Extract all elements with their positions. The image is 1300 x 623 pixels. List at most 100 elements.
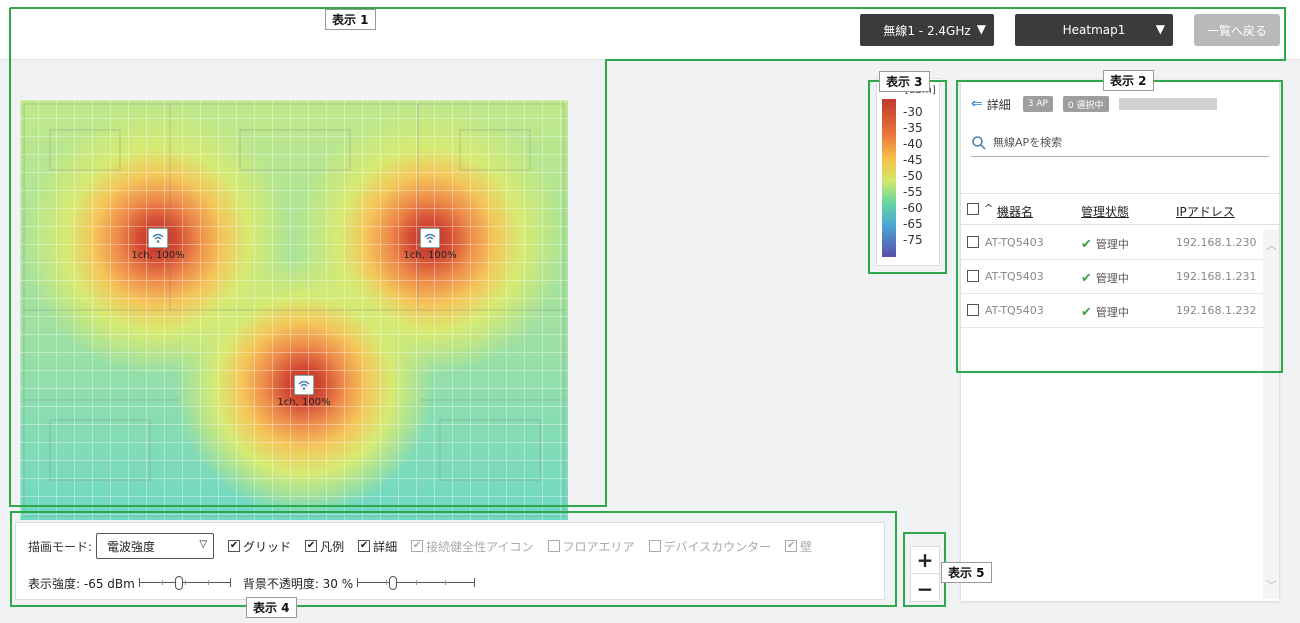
ip-address: 192.168.1.230 (1176, 236, 1257, 249)
table-row[interactable]: AT-TQ5403 ✔ 管理中 192.168.1.230 (961, 226, 1263, 260)
device-counter-checkbox-label: デバイスカウンター (663, 539, 772, 554)
caret-down-icon: ▼ (1155, 22, 1165, 36)
draw-mode-value: 電波強度 (107, 539, 156, 554)
management-state-text: 管理中 (1095, 272, 1129, 285)
health-icon-checkbox[interactable]: ✔ 接続健全性アイコン (411, 538, 534, 555)
wifi-icon (420, 228, 440, 248)
table-row[interactable]: AT-TQ5403 ✔ 管理中 192.168.1.232 (961, 294, 1263, 328)
heatmap-grid (20, 100, 568, 520)
legend-tick: -65 (903, 217, 923, 231)
management-state-text: 管理中 (1095, 238, 1129, 251)
annotation-tag-3: 表示 3 (879, 71, 930, 92)
legend-tick: -50 (903, 169, 923, 183)
floor-area-checkbox[interactable]: フロアエリア (547, 538, 635, 555)
detail-checkbox-label: 詳細 (373, 539, 398, 554)
device-name: AT-TQ5403 (985, 270, 1044, 283)
wifi-icon (148, 228, 168, 248)
placeholder-bar (1118, 98, 1217, 110)
legend-tick: -45 (903, 153, 923, 167)
ap-marker-3[interactable]: 1ch, 100% (277, 375, 331, 415)
ap-marker-1[interactable]: 1ch, 100% (131, 228, 185, 268)
ap-count-badge: 3 AP (1022, 96, 1053, 112)
detail-checkbox[interactable]: ✔ 詳細 (358, 538, 397, 555)
ap-search-input[interactable] (993, 136, 1253, 149)
select-all-checkbox[interactable] (967, 203, 979, 215)
opacity-slider[interactable] (357, 576, 476, 590)
chevron-up-icon[interactable]: ︿ (1266, 237, 1277, 253)
ap-marker-2[interactable]: 1ch, 100% (403, 228, 457, 268)
checkmark-icon: ✔ (305, 540, 318, 552)
zoom-controls: + − (910, 546, 940, 602)
band-select[interactable]: 無線1 - 2.4GHz ▼ (860, 14, 994, 46)
management-state: ✔ 管理中 (1081, 270, 1129, 286)
legend-tick: -30 (903, 105, 923, 119)
strength-label: 表示強度: -65 dBm (28, 576, 135, 591)
grid-checkbox-label: グリッド (243, 539, 292, 554)
ap-search (971, 129, 1269, 157)
health-icon-checkbox-label: 接続健全性アイコン (426, 539, 534, 554)
heatmap-select[interactable]: Heatmap1 ▼ (1015, 14, 1173, 46)
legend-color-bar (882, 99, 896, 257)
management-state: ✔ 管理中 (1081, 236, 1129, 252)
draw-mode-select[interactable]: 電波強度 ▽ (96, 533, 215, 559)
row-checkbox[interactable] (967, 304, 979, 316)
opacity-slider-thumb[interactable] (389, 576, 398, 590)
legend-tick: -75 (903, 233, 923, 247)
device-counter-checkbox[interactable]: デバイスカウンター (648, 538, 772, 555)
legend-tick: -60 (903, 201, 923, 215)
strength-slider-thumb[interactable] (174, 576, 183, 590)
legend-tick: -40 (903, 137, 923, 151)
chevron-down-icon[interactable]: ﹀ (1266, 577, 1277, 593)
heatmap-canvas[interactable]: 1ch, 100% 1ch, 100% 1ch, 100% (20, 100, 568, 520)
grid-checkbox[interactable]: ✔ グリッド (228, 538, 291, 555)
heatmap-select-value: Heatmap1 (1062, 23, 1126, 37)
checkmark-icon: ✔ (358, 540, 371, 552)
management-state-text: 管理中 (1095, 306, 1129, 319)
checkmark-icon: ✔ (411, 540, 424, 552)
table-scrollbar[interactable]: ︿ ﹀ (1263, 229, 1279, 599)
legend-checkbox[interactable]: ✔ 凡例 (305, 538, 344, 555)
annotation-tag-5: 表示 5 (941, 562, 992, 583)
opacity-label: 背景不透明度: 30 % (242, 576, 354, 591)
check-icon: ✔ (1081, 237, 1092, 252)
column-management-state[interactable]: 管理状態 (1081, 203, 1129, 220)
ap-marker-label: 1ch, 100% (277, 397, 331, 408)
wifi-icon (294, 375, 314, 395)
panel-header: ⇐ 詳細 3 AP 0 選択中 (971, 95, 1217, 113)
ap-marker-label: 1ch, 100% (403, 250, 457, 261)
wall-checkbox[interactable]: ✔ 壁 (785, 538, 812, 555)
heatmap-controls: 描画モード: 電波強度 ▽ ✔ グリッド ✔ 凡例 ✔ 詳細 ✔ 接続健全性アイコン フ… (15, 522, 885, 600)
checkmark-icon: ✔ (785, 540, 798, 552)
floor-area-checkbox-label: フロアエリア (562, 539, 635, 554)
annotation-tag-1: 表示 1 (325, 9, 376, 30)
device-name: AT-TQ5403 (985, 236, 1044, 249)
chevron-down-icon: ▽ (199, 539, 208, 550)
empty-checkbox-icon (648, 540, 661, 552)
ip-address: 192.168.1.232 (1176, 304, 1257, 317)
back-to-list-button[interactable]: 一覧へ戻る (1194, 14, 1280, 46)
selected-count-badge: 0 選択中 (1062, 96, 1109, 112)
detail-label: 詳細 (986, 97, 1011, 112)
management-state: ✔ 管理中 (1081, 304, 1129, 320)
strength-slider[interactable] (138, 576, 231, 590)
row-checkbox[interactable] (967, 270, 979, 282)
controls-row-options: 描画モード: 電波強度 ▽ ✔ グリッド ✔ 凡例 ✔ 詳細 ✔ 接続健全性アイコン フ… (28, 533, 826, 559)
check-icon: ✔ (1081, 305, 1092, 320)
table-row[interactable]: AT-TQ5403 ✔ 管理中 192.168.1.231 (961, 260, 1263, 294)
zoom-out-button[interactable]: − (911, 575, 939, 602)
controls-row-sliders: 表示強度: -65 dBm 背景不透明度: 30 % (28, 573, 487, 593)
column-ip-address[interactable]: IPアドレス (1176, 203, 1235, 220)
device-name: AT-TQ5403 (985, 304, 1044, 317)
wall-checkbox-label: 壁 (800, 539, 813, 554)
legend-tick: -55 (903, 185, 923, 199)
check-icon: ✔ (1081, 271, 1092, 286)
collapse-arrow-icon[interactable]: ⇐ (971, 96, 983, 112)
legend-tick: -35 (903, 121, 923, 135)
top-toolbar: 無線1 - 2.4GHz ▼ Heatmap1 ▼ 一覧へ戻る (0, 0, 1300, 60)
zoom-in-button[interactable]: + (911, 547, 939, 574)
ap-marker-label: 1ch, 100% (131, 250, 185, 261)
table-header: ^ 機器名 管理状態 IPアドレス (961, 193, 1279, 225)
column-device-name[interactable]: 機器名 (997, 203, 1033, 220)
row-checkbox[interactable] (967, 236, 979, 248)
band-select-value: 無線1 - 2.4GHz (883, 23, 971, 38)
